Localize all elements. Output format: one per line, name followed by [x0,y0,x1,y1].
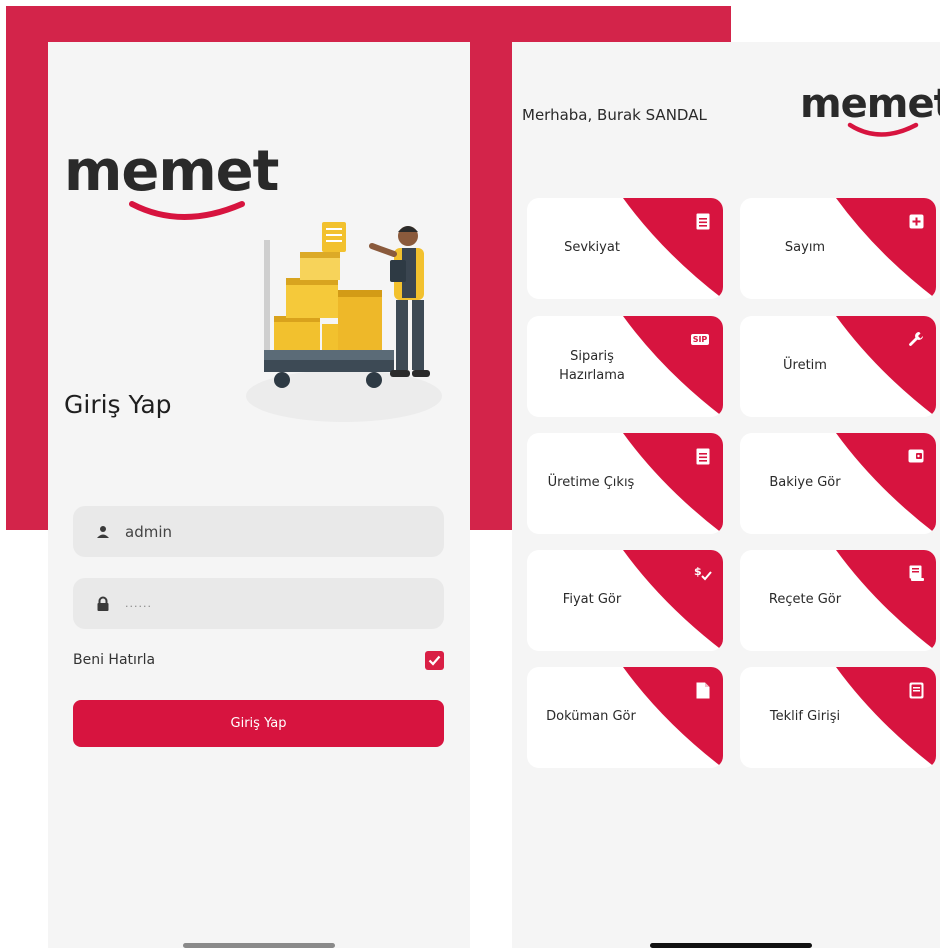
tile-label: Sipariş Hazırlama [559,349,625,383]
tile-uretim[interactable]: Üretim [740,316,936,417]
tile-label: Reçete Gör [768,592,842,608]
remember-me-row: Beni Hatırla [73,648,444,672]
tile-label: Üretime Çıkış [547,475,635,491]
tile-label: Teklif Girişi [769,709,841,725]
password-field[interactable]: ...... [73,578,444,629]
plus-box-icon [907,212,925,230]
tile-uretime-cikis[interactable]: Üretime Çıkış [527,433,723,534]
receipt-icon [694,212,712,230]
username-value: admin [125,522,172,541]
tile-label: Sayım [784,240,826,256]
recipe-icon [907,564,925,582]
quote-icon [907,681,925,699]
lock-icon [93,596,113,612]
document-icon [694,681,712,699]
login-title: Giriş Yap [64,390,172,419]
tile-sayim[interactable]: Sayım [740,198,936,299]
tile-label: Üretim [783,358,827,374]
login-button[interactable]: Giriş Yap [73,700,444,747]
user-icon [93,525,113,539]
tile-label: Sevkiyat [564,240,620,256]
tile-bakiye-gor[interactable]: Bakiye Gör [740,433,936,534]
memet-logo: memet [64,144,284,226]
password-value: ...... [125,597,152,610]
home-screen: Merhaba, Burak SANDAL memet Sevkiyat Say… [512,42,940,948]
tile-dokuman-gor[interactable]: Doküman Gör [527,667,723,768]
home-indicator [183,943,335,948]
tile-label: Fiyat Gör [562,592,622,608]
svg-text:$: $ [694,565,702,578]
tile-recete-gor[interactable]: Reçete Gör [740,550,936,651]
remember-me-label: Beni Hatırla [73,652,156,668]
home-indicator [650,943,812,948]
greeting-text: Merhaba, Burak SANDAL [522,106,707,124]
warehouse-illustration [244,220,460,430]
remember-me-checkbox[interactable] [425,650,444,670]
price-check-icon: $ [694,564,712,582]
receipt-icon [694,447,712,465]
memet-logo: memet [800,84,940,140]
sip-badge-icon: SIP [690,333,710,345]
wrench-icon [907,330,925,348]
tile-fiyat-gor[interactable]: $ Fiyat Gör [527,550,723,651]
username-field[interactable]: admin [73,506,444,557]
tile-sevkiyat[interactable]: Sevkiyat [527,198,723,299]
login-screen: memet Giriş Yap admin ...... Beni Hatırl… [48,42,470,948]
tile-label: Doküman Gör [546,709,636,725]
wallet-icon [907,447,925,465]
tile-teklif-girisi[interactable]: Teklif Girişi [740,667,936,768]
tile-label: Bakiye Gör [769,475,841,491]
tile-siparis-hazirlama[interactable]: SIP Sipariş Hazırlama [527,316,723,417]
